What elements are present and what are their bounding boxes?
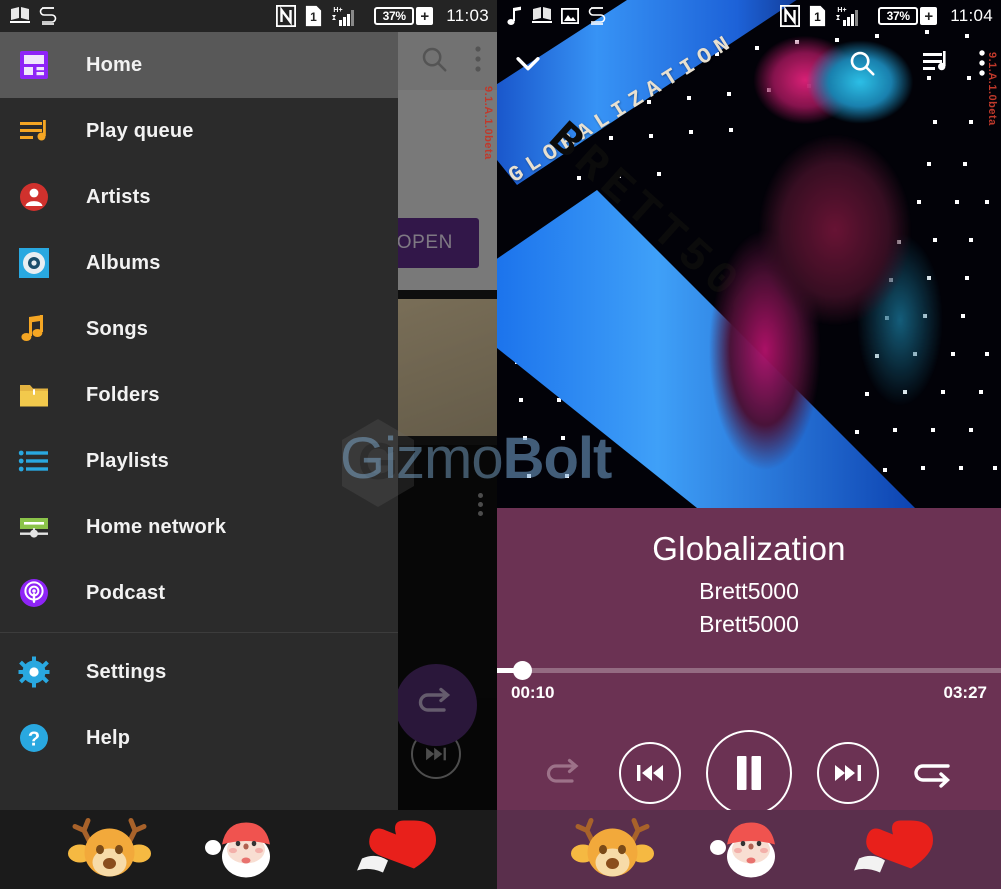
sidebar-item-label: Play queue <box>86 119 194 142</box>
track-title: Globalization <box>652 530 846 567</box>
music-note-icon <box>18 313 50 345</box>
clock: 11:03 <box>446 6 489 25</box>
sidebar-item-settings[interactable]: Settings <box>0 639 398 705</box>
sidebar-item-label: Home network <box>86 515 227 538</box>
swype-s-icon <box>588 5 606 27</box>
now-playing-panel: Globalization Brett5000 Brett5000 00:10 … <box>497 508 1001 816</box>
svg-text:?: ? <box>28 729 40 751</box>
sidebar-item-label: Home <box>86 53 143 76</box>
home-network-icon <box>18 511 50 543</box>
svg-text:1: 1 <box>814 10 821 24</box>
help-icon: ? <box>18 722 50 754</box>
duration-time: 03:27 <box>943 683 987 702</box>
music-note-icon <box>507 6 523 26</box>
previous-button[interactable] <box>618 742 681 804</box>
podcast-icon <box>18 577 50 609</box>
battery-charging-icon: + <box>920 7 938 25</box>
compress-icon <box>532 6 552 26</box>
sidebar-item-label: Artists <box>86 185 151 208</box>
overflow-menu-icon[interactable] <box>979 50 985 76</box>
gizmobolt-logo-icon: G <box>342 419 414 507</box>
shuffle-button[interactable] <box>534 743 594 803</box>
sidebar-item-home[interactable]: Home <box>0 32 398 98</box>
player-app-bar <box>497 32 1001 94</box>
reindeer-sticker[interactable] <box>62 816 157 883</box>
drawer-divider <box>0 632 398 633</box>
playback-controls <box>497 730 1001 816</box>
track-album: Brett5000 <box>699 611 799 637</box>
sidebar-item-label: Folders <box>86 383 160 406</box>
gear-icon <box>18 656 50 688</box>
sidebar-item-podcast[interactable]: Podcast <box>0 560 398 626</box>
left-status-bar: 1 H+ 37% + 11:03 <box>0 0 497 32</box>
folder-icon <box>18 379 50 411</box>
right-phone-screen: GLOBALIZATION BRETT5000 9.1.A.1.0beta Gl… <box>497 0 1001 889</box>
album-art[interactable]: GLOBALIZATION BRETT5000 9.1.A.1.0beta <box>497 0 1001 508</box>
play-pause-button[interactable] <box>705 730 792 816</box>
playlist-icon <box>18 445 50 477</box>
right-sticker-bar <box>497 810 1001 889</box>
chevron-down-icon[interactable] <box>511 46 545 80</box>
sidebar-item-albums[interactable]: Albums <box>0 230 398 296</box>
sim-1-icon: 1 <box>809 5 826 27</box>
sidebar-item-label: Settings <box>86 660 167 683</box>
clock: 11:04 <box>950 6 993 25</box>
sidebar-item-help[interactable]: ? Help <box>0 705 398 771</box>
repeat-button[interactable] <box>904 743 964 803</box>
sidebar-item-label: Help <box>86 726 131 749</box>
battery-percent: 37% <box>382 9 406 23</box>
battery-indicator: 37% + <box>374 7 434 25</box>
hplus-signal-icon: H+ <box>331 5 365 27</box>
screenshot-root: OPEN The Best Way Just The Hottest The B… <box>0 0 1001 889</box>
artist-icon <box>18 181 50 213</box>
home-dashboard-icon <box>18 49 50 81</box>
mitten-sticker[interactable] <box>352 816 438 883</box>
sidebar-item-play-queue[interactable]: Play queue <box>0 98 398 164</box>
compress-icon <box>10 6 30 26</box>
right-status-bar: 1 H+ 37% + 11:04 <box>497 0 1001 32</box>
mitten-sticker[interactable] <box>849 816 935 883</box>
version-label: 9.1.A.1.0beta <box>482 86 494 160</box>
search-icon[interactable] <box>847 48 877 78</box>
sidebar-item-label: Songs <box>86 317 149 340</box>
sidebar-item-songs[interactable]: Songs <box>0 296 398 362</box>
sidebar-item-label: Albums <box>86 251 161 274</box>
elapsed-time: 00:10 <box>511 683 555 702</box>
santa-sticker[interactable] <box>200 816 288 883</box>
left-sticker-bar <box>0 810 497 889</box>
next-button[interactable] <box>817 742 880 804</box>
image-icon <box>560 7 580 24</box>
battery-percent: 37% <box>886 9 910 23</box>
track-artist: Brett5000 <box>699 578 799 604</box>
svg-text:1: 1 <box>310 10 317 24</box>
svg-text:H+: H+ <box>334 7 343 14</box>
play-queue-icon[interactable] <box>923 50 953 76</box>
version-label: 9.1.A.1.0beta <box>986 52 998 126</box>
play-queue-icon <box>18 115 50 147</box>
nfc-icon <box>780 4 801 28</box>
svg-text:H+: H+ <box>838 7 847 14</box>
battery-charging-icon: + <box>416 7 434 25</box>
santa-sticker[interactable] <box>705 816 793 883</box>
svg-text:G: G <box>358 433 398 491</box>
sidebar-item-label: Playlists <box>86 449 169 472</box>
seek-bar[interactable] <box>497 661 1001 680</box>
nfc-icon <box>276 4 297 28</box>
sidebar-item-artists[interactable]: Artists <box>0 164 398 230</box>
swype-s-icon <box>39 5 57 27</box>
battery-indicator: 37% + <box>878 7 938 25</box>
hplus-signal-icon: H+ <box>835 5 869 27</box>
album-disc-icon <box>18 247 50 279</box>
seek-bar-area: 00:10 03:27 <box>497 661 1001 703</box>
reindeer-sticker[interactable] <box>565 816 660 883</box>
sim-1-icon: 1 <box>305 5 322 27</box>
sidebar-item-label: Podcast <box>86 581 166 604</box>
left-phone-screen: OPEN The Best Way Just The Hottest The B… <box>0 0 497 889</box>
